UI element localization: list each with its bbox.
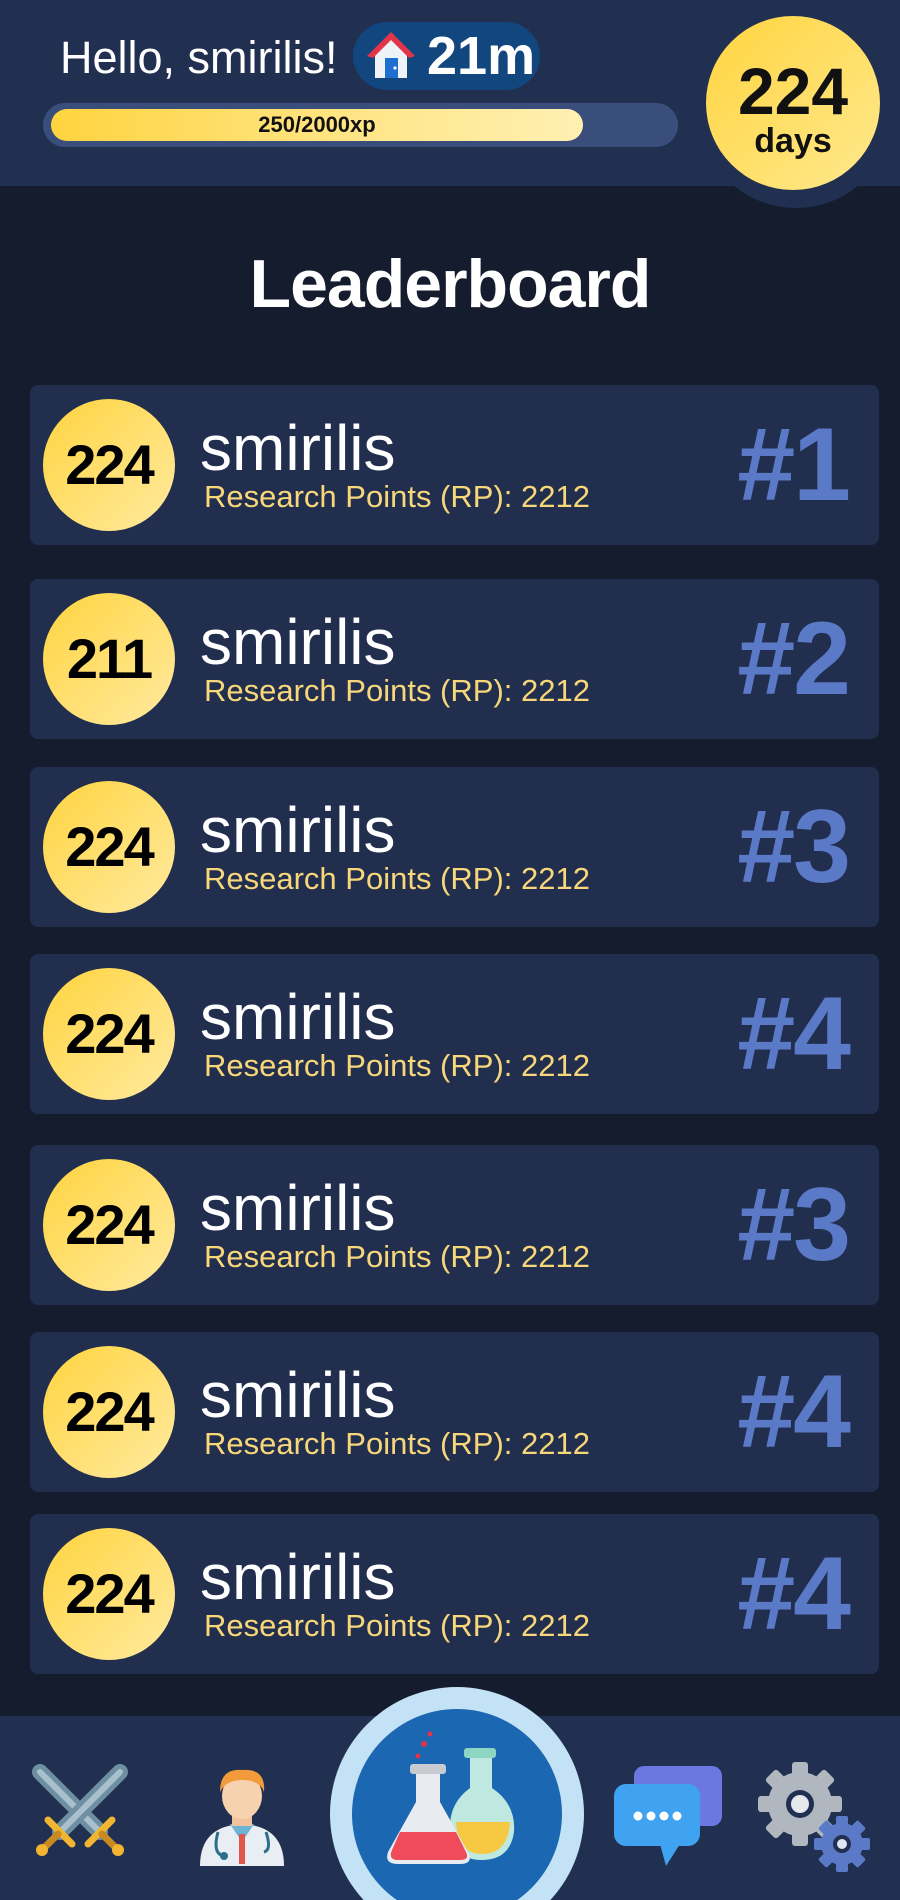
research-points: Research Points (RP): 2212 [204, 1239, 590, 1274]
leaderboard-row[interactable]: 224 smirilis Research Points (RP): 2212 … [30, 1145, 879, 1305]
page-title: Leaderboard [249, 246, 652, 322]
streak-badge[interactable]: 224 days [706, 16, 880, 190]
rank-label: #3 [737, 789, 851, 905]
player-name: smirilis [200, 412, 396, 484]
streak-number: 224 [737, 54, 849, 128]
crossed-swords-icon[interactable] [28, 1762, 132, 1866]
home-timer-text: 21m [427, 26, 536, 86]
level-badge: 224 [43, 968, 175, 1100]
player-name: smirilis [200, 1359, 396, 1431]
player-name: smirilis [200, 794, 396, 866]
leaderboard-row[interactable]: 224 smirilis Research Points (RP): 2212 … [30, 1332, 879, 1492]
leaderboard-row[interactable]: 224 smirilis Research Points (RP): 2212 … [30, 954, 879, 1114]
leaderboard-row[interactable]: 224 smirilis Research Points (RP): 2212 … [30, 385, 879, 545]
player-name: smirilis [200, 1541, 396, 1613]
xp-progress-label: 250/2000xp [258, 112, 376, 137]
rank-label: #2 [737, 601, 851, 717]
rank-label: #4 [737, 1536, 851, 1652]
doctor-icon[interactable] [194, 1762, 290, 1866]
level-badge: 224 [43, 399, 175, 531]
research-points: Research Points (RP): 2212 [204, 1048, 590, 1083]
level-badge: 224 [43, 1159, 175, 1291]
leaderboard-row[interactable]: 224 smirilis Research Points (RP): 2212 … [30, 767, 879, 927]
rank-label: #1 [737, 407, 851, 523]
player-name: smirilis [200, 1172, 396, 1244]
rank-label: #4 [737, 1354, 851, 1470]
research-points: Research Points (RP): 2212 [204, 1608, 590, 1643]
leaderboard-row[interactable]: 224 smirilis Research Points (RP): 2212 … [30, 1514, 879, 1674]
home-timer-pill[interactable]: 21m [353, 22, 540, 90]
leaderboard-row[interactable]: 211 smirilis Research Points (RP): 2212 … [30, 579, 879, 739]
gears-icon[interactable] [756, 1762, 872, 1878]
lab-flasks-icon[interactable] [378, 1720, 536, 1878]
top-header: Hello, smirilis! 21m 250/2000xp 224 days [0, 0, 900, 208]
player-name: smirilis [200, 606, 396, 678]
research-points: Research Points (RP): 2212 [204, 479, 590, 514]
chat-bubbles-icon[interactable] [610, 1762, 726, 1872]
rank-label: #3 [737, 1167, 851, 1283]
house-icon [367, 32, 415, 78]
research-points: Research Points (RP): 2212 [204, 1426, 590, 1461]
player-name: smirilis [200, 981, 396, 1053]
research-points: Research Points (RP): 2212 [204, 673, 590, 708]
research-points: Research Points (RP): 2212 [204, 861, 590, 896]
greeting-text: Hello, smirilis! [60, 32, 338, 83]
rank-label: #4 [737, 976, 851, 1092]
level-badge: 211 [43, 593, 175, 725]
streak-unit: days [754, 122, 832, 160]
level-badge: 224 [43, 1346, 175, 1478]
level-badge: 224 [43, 1528, 175, 1660]
level-badge: 224 [43, 781, 175, 913]
xp-progress-bar: 250/2000xp [43, 103, 678, 147]
